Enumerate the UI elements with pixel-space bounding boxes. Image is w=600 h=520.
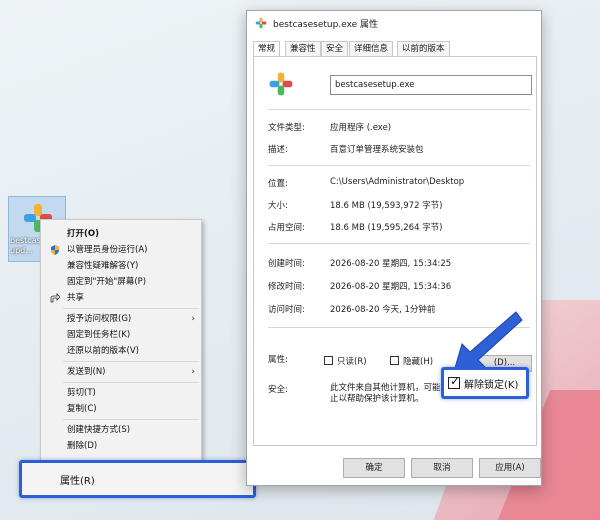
chevron-right-icon: ›	[191, 367, 195, 377]
menu-item-label: 创建快捷方式(S)	[67, 425, 131, 435]
created-value: 2026-08-20 星期四, 15:34:25	[330, 259, 452, 269]
menu-item-send-to[interactable]: 发送到(N) ›	[41, 364, 201, 380]
location-value: C:\Users\Administrator\Desktop	[330, 177, 465, 187]
menu-divider	[63, 361, 199, 362]
cancel-button[interactable]: 取消	[411, 458, 473, 478]
readonly-label: 只读(R)	[337, 357, 367, 367]
accessed-value: 2026-08-20 今天, 1分钟前	[330, 305, 436, 315]
divider	[268, 109, 530, 110]
menu-item-pin-taskbar[interactable]: 固定到任务栏(K)	[41, 327, 201, 343]
file-type-value: 应用程序 (.exe)	[330, 123, 392, 133]
shield-icon	[51, 245, 59, 255]
attributes-label: 属性:	[268, 355, 288, 365]
menu-item-copy[interactable]: 复制(C)	[41, 401, 201, 417]
app-logo-icon	[269, 72, 293, 96]
hidden-checkbox[interactable]	[390, 356, 399, 365]
desc-label: 描述:	[268, 145, 288, 155]
menu-item-label: 固定到"开始"屏幕(P)	[67, 277, 147, 287]
app-logo-icon	[255, 17, 267, 29]
dialog-title: bestcasesetup.exe 属性	[273, 20, 379, 30]
size-label: 大小:	[268, 201, 288, 211]
accessed-label: 访问时间:	[268, 305, 305, 315]
size-value: 18.6 MB (19,593,972 字节)	[330, 201, 443, 211]
menu-item-grant-access[interactable]: 授予访问权限(G) ›	[41, 311, 201, 327]
menu-divider	[63, 382, 199, 383]
menu-item-open[interactable]: 打开(O)	[41, 226, 201, 242]
tab-details[interactable]: 详细信息	[349, 41, 394, 57]
menu-item-label: 以管理员身份运行(A)	[67, 245, 148, 255]
modified-label: 修改时间:	[268, 282, 305, 292]
menu-divider	[63, 419, 199, 420]
menu-item-label: 打开(O)	[67, 229, 99, 239]
menu-item-label: 兼容性疑难解答(Y)	[67, 261, 139, 271]
menu-item-share[interactable]: 共享	[41, 290, 201, 306]
menu-item-label: 共享	[67, 293, 85, 303]
desc-value: 百意订单管理系统安装包	[330, 145, 424, 155]
menu-item-label: 还原以前的版本(V)	[67, 346, 139, 356]
menu-item-label: 授予访问权限(G)	[67, 314, 132, 324]
menu-item-label: 剪切(T)	[67, 388, 96, 398]
tab-previous-versions[interactable]: 以前的版本	[397, 41, 450, 57]
menu-item-create-shortcut[interactable]: 创建快捷方式(S)	[41, 422, 201, 438]
checkmark-icon: ✓	[450, 374, 461, 388]
share-icon	[50, 293, 60, 303]
divider	[268, 165, 530, 166]
disk-size-value: 18.6 MB (19,595,264 字节)	[330, 223, 443, 233]
hidden-label: 隐藏(H)	[403, 357, 434, 367]
unblock-label: 解除锁定(K)	[464, 380, 519, 391]
apply-button[interactable]: 应用(A)	[479, 458, 541, 478]
context-menu: 打开(O) 以管理员身份运行(A) 兼容性疑难解答(Y) 固定到"开始"屏幕(P…	[40, 219, 202, 467]
created-label: 创建时间:	[268, 259, 305, 269]
location-label: 位置:	[268, 179, 288, 189]
filename-input[interactable]: bestcasesetup.exe	[330, 75, 532, 95]
tab-compatibility[interactable]: 兼容性	[285, 41, 321, 57]
disk-size-label: 占用空间:	[268, 223, 305, 233]
menu-item-pin-start[interactable]: 固定到"开始"屏幕(P)	[41, 274, 201, 290]
menu-divider	[63, 308, 199, 309]
dialog-titlebar: bestcasesetup.exe 属性	[247, 11, 541, 35]
tab-security[interactable]: 安全	[321, 41, 349, 57]
menu-item-restore[interactable]: 还原以前的版本(V)	[41, 343, 201, 359]
security-label: 安全:	[268, 385, 288, 395]
menu-item-cut[interactable]: 剪切(T)	[41, 385, 201, 401]
divider	[268, 243, 530, 244]
menu-item-label: 发送到(N)	[67, 367, 106, 377]
menu-item-label: 复制(C)	[67, 404, 97, 414]
modified-value: 2026-08-20 星期四, 15:34:36	[330, 282, 452, 292]
menu-item-properties[interactable]: 属性(R)	[19, 460, 256, 498]
ok-button[interactable]: 确定	[343, 458, 405, 478]
readonly-checkbox[interactable]	[324, 356, 333, 365]
menu-item-label: 固定到任务栏(K)	[67, 330, 131, 340]
menu-item-delete[interactable]: 删除(D)	[41, 438, 201, 454]
unblock-checkbox-box: ✓	[448, 374, 461, 389]
menu-item-run-as-admin[interactable]: 以管理员身份运行(A)	[41, 242, 201, 258]
unblock-checkbox[interactable]: ✓ 解除锁定(K)	[441, 367, 529, 399]
chevron-right-icon: ›	[191, 314, 195, 324]
menu-item-label: 属性(R)	[60, 476, 95, 487]
properties-dialog: bestcasesetup.exe 属性 常规 兼容性 安全 详细信息 以前的版…	[246, 10, 542, 486]
menu-item-label: 删除(D)	[67, 441, 98, 451]
file-type-label: 文件类型:	[268, 123, 305, 133]
menu-item-compat[interactable]: 兼容性疑难解答(Y)	[41, 258, 201, 274]
